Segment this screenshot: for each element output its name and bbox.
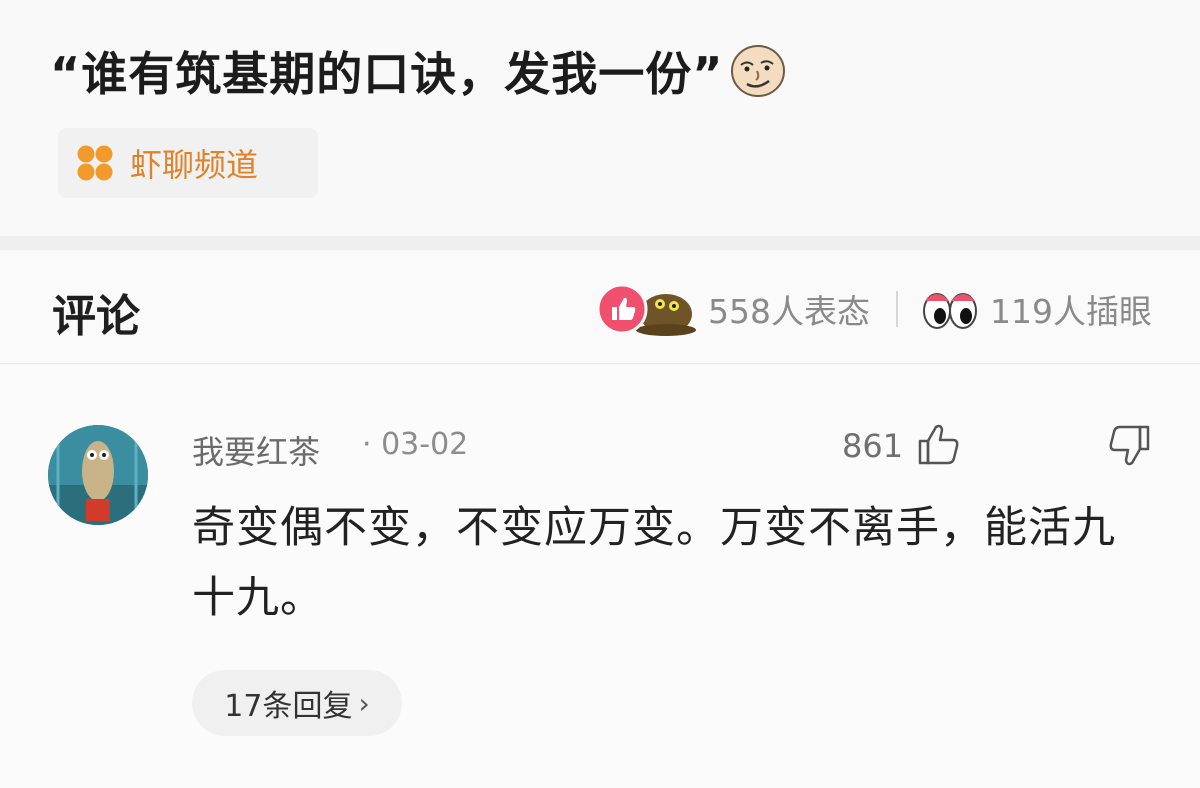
comment-username[interactable]: 我要红茶 <box>192 427 320 473</box>
avatar-image <box>48 425 148 525</box>
like-count: 861 <box>842 427 904 465</box>
dot-separator: · <box>362 427 372 462</box>
page: “谁有筑基期的口诀，发我一份” 虾聊频道 评论 558人表态 119人插眼 我要… <box>0 0 1200 788</box>
avatar[interactable] <box>48 425 148 525</box>
channel-chip[interactable]: 虾聊频道 <box>58 128 318 198</box>
smirk-face-icon <box>731 45 786 97</box>
four-petal-icon <box>77 145 113 181</box>
view-replies-button[interactable]: 17条回复 › <box>192 670 402 736</box>
eyes-icon <box>923 293 977 329</box>
post-title: “谁有筑基期的口诀，发我一份” <box>50 38 787 104</box>
post-header: “谁有筑基期的口诀，发我一份” 虾聊频道 <box>0 0 1200 236</box>
comment-item: 我要红茶 · 03-02 861 奇变偶不变，不变应万变。万变不离手，能活九十九… <box>0 365 1200 788</box>
thumbs-up-icon[interactable] <box>916 421 962 467</box>
reaction-icons[interactable] <box>596 280 696 338</box>
comment-stats: 558人表态 119人插眼 <box>596 280 1152 338</box>
stats-divider <box>896 291 898 327</box>
section-divider <box>0 236 1200 250</box>
chevron-right-icon: › <box>358 686 370 720</box>
watch-icon-wrap[interactable] <box>922 287 978 331</box>
channel-name: 虾聊频道 <box>130 146 259 184</box>
comments-title: 评论 <box>52 291 140 342</box>
reaction-stack-icon <box>596 283 696 336</box>
replies-label: 17条回复 <box>224 689 353 724</box>
reactions-count: 558人表态 <box>708 292 870 331</box>
watchers-count: 119人插眼 <box>990 292 1152 331</box>
comment-date: · 03-02 <box>362 427 468 462</box>
post-title-text: “谁有筑基期的口诀，发我一份” <box>50 47 724 101</box>
comments-header: 评论 558人表态 119人插眼 <box>0 250 1200 364</box>
comment-text: 奇变偶不变，不变应万变。万变不离手，能活九十九。 <box>192 503 1116 623</box>
thumbs-down-icon[interactable] <box>1106 423 1152 471</box>
date-text: 03-02 <box>381 427 469 462</box>
